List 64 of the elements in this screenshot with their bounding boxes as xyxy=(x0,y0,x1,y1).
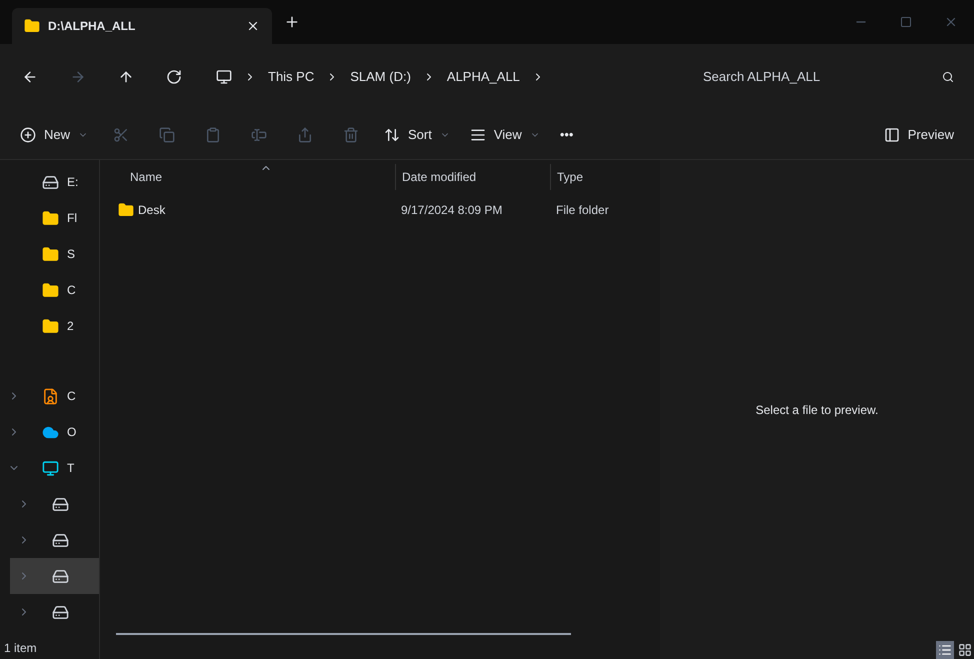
more-button[interactable]: ••• xyxy=(552,118,582,150)
folder-icon xyxy=(42,210,59,226)
horizontal-scrollbar[interactable] xyxy=(116,633,571,635)
file-name: Desk xyxy=(138,202,166,219)
sidebar-label: E: xyxy=(67,174,78,191)
preview-message: Select a file to preview. xyxy=(756,402,878,418)
folder-icon xyxy=(42,282,59,298)
folder-icon xyxy=(24,18,40,34)
search-icon xyxy=(942,71,954,83)
delete-icon xyxy=(343,126,360,142)
folder-icon xyxy=(42,246,59,262)
column-header[interactable]: Name xyxy=(100,168,395,186)
sort-icon xyxy=(384,126,400,142)
drive-icon xyxy=(52,604,69,620)
details-view-button[interactable] xyxy=(936,641,954,659)
sidebar-label: C xyxy=(67,388,76,405)
share-icon xyxy=(297,126,314,142)
monitor-icon xyxy=(42,460,59,476)
monitor-icon xyxy=(216,69,232,85)
arrow-icon xyxy=(70,69,86,85)
new-tab-icon[interactable] xyxy=(284,14,300,30)
panel-icon xyxy=(884,126,900,142)
file-row[interactable]: Desk 9/17/2024 8:09 PM File folder xyxy=(100,194,660,226)
sidebar-label: C xyxy=(67,282,76,299)
drive-icon xyxy=(52,532,69,548)
document-icon xyxy=(42,388,59,404)
rename-icon xyxy=(251,126,268,142)
sidebar-label: S xyxy=(67,246,76,263)
drive-icon xyxy=(52,568,69,584)
refresh-icon xyxy=(166,69,182,85)
sidebar-label: O xyxy=(67,424,76,441)
view-icon xyxy=(470,126,486,142)
tiles-view-button[interactable] xyxy=(956,641,974,659)
preview-button[interactable]: Preview xyxy=(876,118,962,150)
sort-button[interactable]: Sort xyxy=(376,118,458,150)
close-icon[interactable] xyxy=(246,19,260,33)
breadcrumb-item[interactable]: ALPHA_ALL xyxy=(446,67,520,87)
drive-icon xyxy=(52,496,69,512)
date-cell-text: 9/17/2024 8:09 PM xyxy=(400,202,504,219)
folder-icon xyxy=(42,318,59,334)
breadcrumb-item[interactable]: SLAM (D:) xyxy=(350,67,411,87)
breadcrumb-item[interactable]: This PC xyxy=(268,67,314,87)
maximize-icon[interactable] xyxy=(900,16,912,28)
paste-icon xyxy=(205,126,222,142)
view-button[interactable]: View xyxy=(462,118,548,150)
sidebar-label: Fl xyxy=(67,210,77,227)
cut-icon xyxy=(113,126,130,142)
sidebar-label: 2 xyxy=(67,318,74,335)
column-header[interactable]: Date modified xyxy=(395,164,550,190)
new-button[interactable]: New xyxy=(12,118,96,150)
list-icon xyxy=(938,643,952,657)
sidebar-item[interactable] xyxy=(10,558,99,594)
grid-icon xyxy=(958,643,972,657)
copy-icon xyxy=(159,126,176,142)
new-icon xyxy=(20,126,36,142)
type-cell-text: File folder xyxy=(555,202,610,219)
search-field[interactable]: Search ALPHA_ALL xyxy=(703,67,942,87)
drive-icon xyxy=(42,174,59,190)
window-title: D:\ALPHA_ALL xyxy=(48,18,136,35)
address-bar[interactable]: This PC SLAM (D:) ALPHA_ALL xyxy=(208,60,648,94)
folder-icon xyxy=(118,202,134,218)
sidebar-label: T xyxy=(67,460,74,477)
arrow-icon xyxy=(118,69,134,85)
window-tab[interactable]: D:\ALPHA_ALL xyxy=(12,8,272,44)
